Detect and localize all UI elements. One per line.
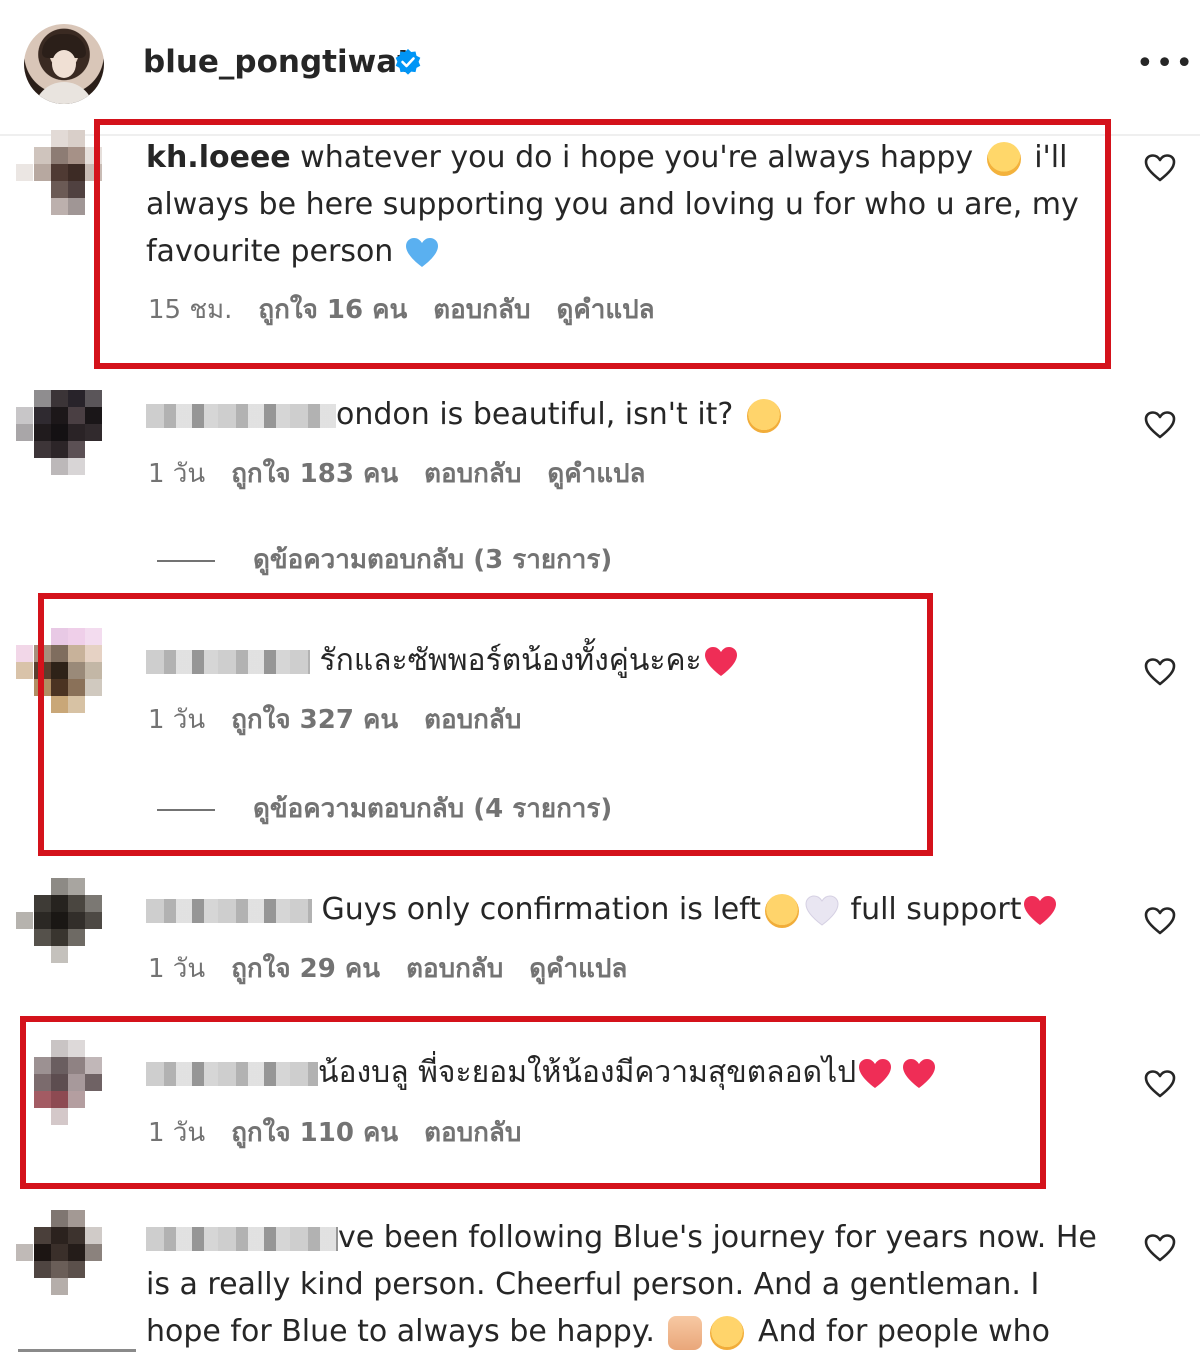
comment-meta: 1 วัน ถูกใจ 327 คน ตอบกลับ <box>148 703 547 737</box>
smiling-face-emoji-icon <box>746 398 781 433</box>
like-heart-icon[interactable] <box>1144 410 1176 440</box>
comment-body: Guys only confirmation is left full supp… <box>146 886 1106 933</box>
comment-likes[interactable]: ถูกใจ 29 คน <box>231 954 380 984</box>
comment-text: Guys only confirmation is left <box>312 892 761 927</box>
comment-time: 1 วัน <box>148 954 206 984</box>
white-heart-emoji-icon <box>805 894 839 926</box>
comment-username[interactable]: kh.loeee <box>146 140 291 175</box>
comment-text: ondon is beautiful, isn't it? <box>336 397 743 432</box>
crying-face-emoji-icon <box>986 141 1021 176</box>
highlight-box <box>20 1016 1046 1189</box>
view-replies-button[interactable]: ดูข้อความตอบกลับ (4 รายการ) <box>157 792 612 826</box>
comment-avatar[interactable] <box>16 628 104 716</box>
comment-avatar[interactable] <box>16 1040 104 1128</box>
red-heart-emoji-icon <box>704 646 737 676</box>
red-heart-emoji-icon <box>1024 895 1057 925</box>
reply-button[interactable]: ตอบกลับ <box>424 705 521 735</box>
view-replies-button[interactable]: ดูข้อความตอบกลับ (3 รายการ) <box>157 543 612 577</box>
comment-text: And for people who <box>748 1314 1050 1349</box>
comment-text: น้องบลู พี่จะยอมให้น้องมีความสุขตลอดไป <box>318 1055 857 1090</box>
translate-button[interactable]: ดูคำแปล <box>556 295 654 325</box>
comment-time: 1 วัน <box>148 705 206 735</box>
comment-avatar[interactable] <box>16 390 104 478</box>
blurred-username[interactable] <box>146 403 336 428</box>
comment-text: full support <box>840 892 1022 927</box>
reply-button[interactable]: ตอบกลับ <box>406 954 503 984</box>
comment-text: hope for Blue to always be happy. <box>146 1314 665 1349</box>
comment-text: รักและซัพพอร์ตน้องทั้งคู่นะคะ <box>310 643 702 678</box>
comment-avatar[interactable] <box>16 130 104 218</box>
blurred-username[interactable] <box>146 1226 338 1251</box>
like-heart-icon[interactable] <box>1144 1069 1176 1099</box>
blurred-username[interactable] <box>146 1061 318 1086</box>
post-header: blue_pongtiwat ••• <box>0 0 1200 124</box>
comment-meta: 1 วัน ถูกใจ 29 คน ตอบกลับ ดูคำแปล <box>148 952 653 986</box>
comment-time: 15 ชม. <box>148 295 233 325</box>
comment-body: kh.loeee whatever you do i hope you're a… <box>146 134 1096 275</box>
view-replies-label[interactable]: ดูข้อความตอบกลับ (3 รายการ) <box>253 545 612 575</box>
translate-button[interactable]: ดูคำแปล <box>529 954 627 984</box>
profile-username[interactable]: blue_pongtiwat <box>143 42 412 82</box>
comment-time: 1 วัน <box>148 459 206 489</box>
reply-button[interactable]: ตอบกลับ <box>424 1118 521 1148</box>
like-heart-icon[interactable] <box>1144 1233 1176 1263</box>
replies-line <box>157 808 215 811</box>
replies-line <box>157 559 215 562</box>
comment-text: is a really kind person. Cheerful person… <box>146 1267 1040 1302</box>
blue-heart-emoji-icon <box>405 237 438 267</box>
comment-text: ve been following Blue's journey for yea… <box>338 1220 1097 1255</box>
comment-likes[interactable]: ถูกใจ 16 คน <box>258 295 407 325</box>
more-options-icon[interactable]: ••• <box>1136 49 1193 79</box>
comment-body: ve been following Blue's journey for yea… <box>146 1214 1121 1355</box>
view-replies-label[interactable]: ดูข้อความตอบกลับ (4 รายการ) <box>253 794 612 824</box>
profile-avatar[interactable] <box>24 24 104 104</box>
comment-meta: 1 วัน ถูกใจ 183 คน ตอบกลับ ดูคำแปล <box>148 457 671 491</box>
like-heart-icon[interactable] <box>1144 153 1176 183</box>
red-heart-emoji-icon <box>859 1058 892 1088</box>
smiling-face-with-hearts-emoji-icon <box>710 1315 745 1350</box>
bottom-divider <box>18 1349 136 1352</box>
comment-meta: 1 วัน ถูกใจ 110 คน ตอบกลับ <box>148 1116 547 1150</box>
like-heart-icon[interactable] <box>1144 906 1176 936</box>
comment-likes[interactable]: ถูกใจ 327 คน <box>231 705 398 735</box>
blurred-username[interactable] <box>146 898 312 923</box>
comment-likes[interactable]: ถูกใจ 183 คน <box>231 459 398 489</box>
red-heart-emoji-icon <box>903 1058 936 1088</box>
comment-avatar[interactable] <box>16 878 104 966</box>
translate-button[interactable]: ดูคำแปล <box>547 459 645 489</box>
comment-time: 1 วัน <box>148 1118 206 1148</box>
winking-face-emoji-icon <box>764 893 799 928</box>
comment-meta: 15 ชม. ถูกใจ 16 คน ตอบกลับ ดูคำแปล <box>148 293 681 327</box>
reply-button[interactable]: ตอบกลับ <box>433 295 530 325</box>
comment-body: น้องบลู พี่จะยอมให้น้องมีความสุขตลอดไป <box>146 1049 1026 1096</box>
blurred-username[interactable] <box>146 649 310 674</box>
comment-likes[interactable]: ถูกใจ 110 คน <box>231 1118 398 1148</box>
comment-avatar[interactable] <box>16 1210 104 1298</box>
reply-button[interactable]: ตอบกลับ <box>424 459 521 489</box>
like-heart-icon[interactable] <box>1144 657 1176 687</box>
comment-body: รักและซัพพอร์ตน้องทั้งคู่นะคะ <box>146 637 1096 684</box>
verified-badge-icon <box>395 49 421 75</box>
comment-body: ondon is beautiful, isn't it? <box>146 391 1096 438</box>
folded-hands-emoji-icon <box>668 1315 703 1350</box>
comment-text: whatever you do i hope you're always hap… <box>290 140 983 175</box>
